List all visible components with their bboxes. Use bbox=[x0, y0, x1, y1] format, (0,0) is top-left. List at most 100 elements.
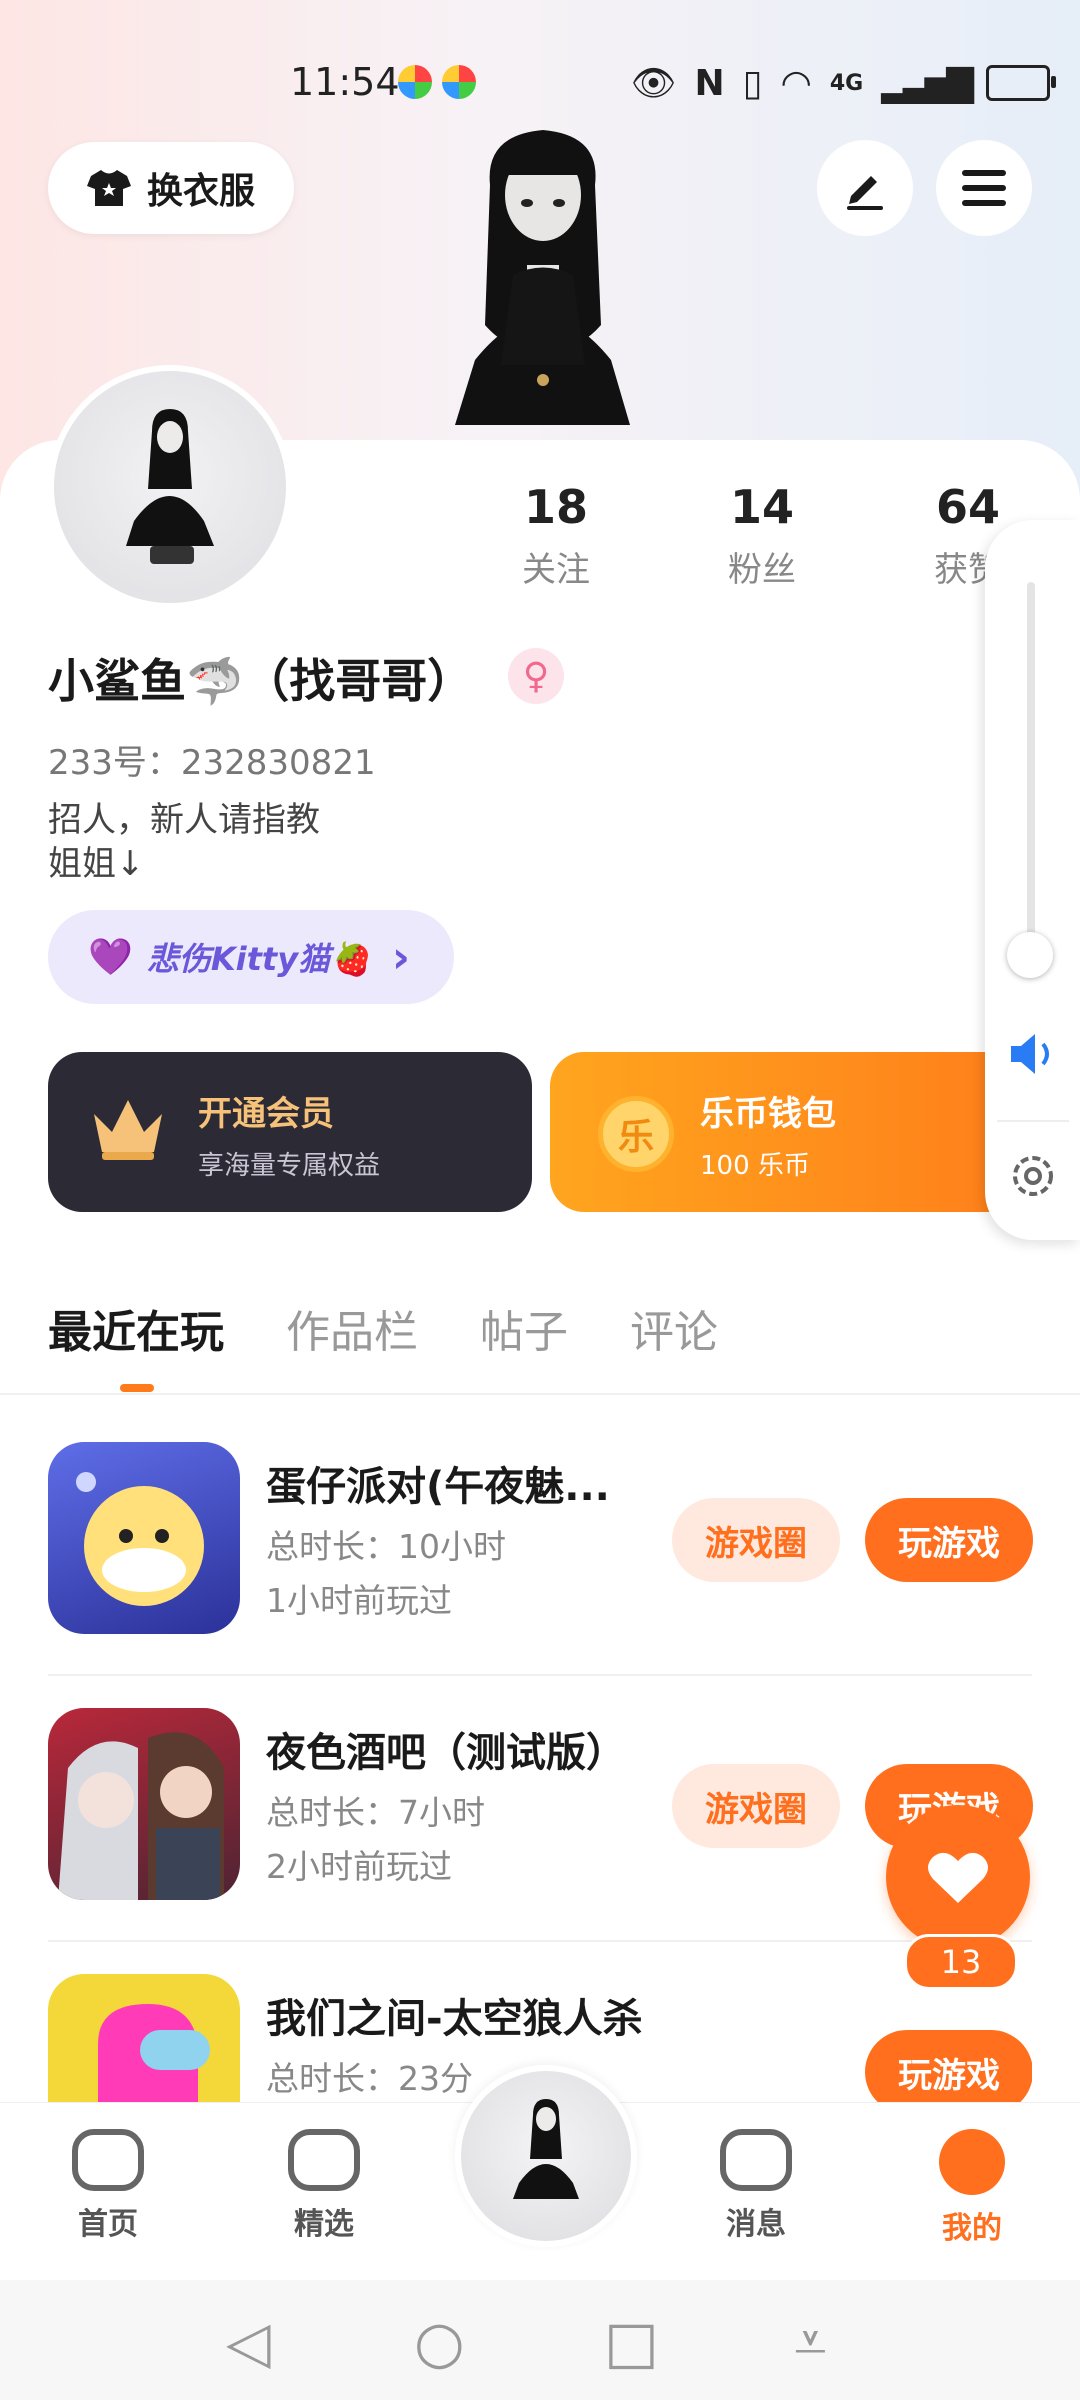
tabs-divider bbox=[0, 1393, 1080, 1395]
profile-bio: 招人，新人请指教 姐姐↓ bbox=[48, 800, 320, 884]
tshirt-icon bbox=[86, 170, 131, 206]
avatar-figure bbox=[126, 409, 214, 564]
chat-bubble-icon bbox=[720, 2129, 792, 2191]
row-divider bbox=[48, 1940, 1032, 1942]
back-icon[interactable]: ◁ bbox=[226, 2308, 271, 2376]
active-tab-indicator bbox=[120, 1384, 154, 1392]
crown-icon bbox=[94, 1100, 162, 1160]
edit-icon bbox=[847, 176, 883, 210]
avatar-character-illustration[interactable] bbox=[415, 125, 670, 440]
stat-following[interactable]: 18 关注 bbox=[466, 480, 646, 591]
nav-avatar-button[interactable] bbox=[455, 2065, 637, 2247]
game-icon-eggy-party[interactable] bbox=[48, 1442, 240, 1634]
game-duration: 总时长：10小时 bbox=[266, 1527, 506, 1566]
vip-title: 开通会员 bbox=[198, 1094, 334, 1134]
coin-icon: 乐 bbox=[598, 1096, 674, 1172]
game-duration: 总时长：23分 bbox=[266, 2059, 473, 2098]
nfc-icon: Ν bbox=[694, 62, 725, 104]
stat-following-label: 关注 bbox=[522, 550, 590, 590]
panel-divider bbox=[997, 1120, 1069, 1122]
stat-followers[interactable]: 14 粉丝 bbox=[672, 480, 852, 591]
game-icon-art bbox=[58, 1732, 224, 1900]
nav-me-label: 我的 bbox=[942, 2211, 1002, 2246]
play-game-button[interactable]: 玩游戏 bbox=[865, 2030, 1032, 2102]
game-icon-art bbox=[98, 2004, 210, 2102]
nav-messages-label: 消息 bbox=[726, 2207, 786, 2242]
heart-box-icon bbox=[288, 2129, 360, 2191]
like-count-badge: 13 bbox=[904, 1934, 1018, 1990]
status-time: 11:54 bbox=[290, 60, 400, 104]
vip-subtitle: 享海量专属权益 bbox=[198, 1151, 381, 1181]
change-outfit-button[interactable]: 换衣服 bbox=[48, 142, 294, 234]
eye-icon: 👁 bbox=[630, 63, 677, 104]
stat-followers-label: 粉丝 bbox=[728, 550, 796, 590]
signal-4g-icon: 4G bbox=[829, 70, 864, 96]
game-row[interactable]: 蛋仔派对(午夜魅... 总时长：10小时 1小时前玩过 游戏圈 玩游戏 bbox=[48, 1442, 1033, 1676]
fan-group-label: 悲伤Kitty猫🍓 bbox=[146, 940, 370, 978]
app-notification-icon bbox=[442, 65, 476, 99]
signal-bars-icon: ▂▃▅▇ bbox=[881, 62, 974, 104]
game-title: 我们之间-太空狼人杀 bbox=[266, 1996, 643, 2042]
avatar-figure bbox=[513, 2099, 579, 2199]
stat-followers-value: 14 bbox=[729, 480, 794, 534]
female-icon: ♀ bbox=[508, 648, 564, 704]
nav-messages[interactable]: 消息 bbox=[676, 2129, 836, 2243]
tab-recent-play[interactable]: 最近在玩 bbox=[48, 1296, 224, 1360]
home-circle-icon[interactable]: ○ bbox=[414, 2308, 465, 2376]
system-navigation-bar: ◁ ○ □ ⩡ bbox=[0, 2280, 1080, 2400]
status-app-icons bbox=[398, 64, 486, 108]
volume-slider-track[interactable] bbox=[1027, 582, 1035, 962]
game-last-played: 2小时前玩过 bbox=[266, 1847, 452, 1886]
game-last-played: 1小时前玩过 bbox=[266, 1581, 452, 1620]
purple-heart-icon: 💜 bbox=[88, 937, 133, 978]
game-row[interactable]: 夜色酒吧（测试版） 总时长：7小时 2小时前玩过 游戏圈 玩游戏 bbox=[48, 1708, 1033, 1942]
profile-name: 小鲨鱼🦈（找哥哥） bbox=[48, 654, 474, 708]
game-icon-night-bar[interactable] bbox=[48, 1708, 240, 1900]
vibrate-icon: ▯ bbox=[742, 62, 763, 104]
nav-featured[interactable]: 精选 bbox=[244, 2129, 404, 2243]
profile-avatar[interactable] bbox=[48, 365, 292, 609]
play-game-button[interactable]: 玩游戏 bbox=[865, 1498, 1033, 1582]
nav-home[interactable]: 首页 bbox=[28, 2129, 188, 2243]
system-status-icons: 👁 Ν ▯ ◠ 4G ▂▃▅▇ bbox=[630, 62, 1056, 104]
menu-button[interactable] bbox=[936, 140, 1032, 236]
volume-side-panel[interactable] bbox=[985, 520, 1080, 1240]
profile-face-icon bbox=[939, 2129, 1005, 2195]
game-circle-button[interactable]: 游戏圈 bbox=[672, 1764, 840, 1848]
status-bar: 11:54 👁 Ν ▯ ◠ 4G ▂▃▅▇ bbox=[0, 40, 1080, 120]
game-title: 夜色酒吧（测试版） bbox=[266, 1730, 626, 1776]
game-icon-art bbox=[76, 1472, 204, 1606]
nav-me[interactable]: 我的 bbox=[892, 2129, 1052, 2247]
game-circle-button[interactable]: 游戏圈 bbox=[672, 1498, 840, 1582]
wifi-icon: ◠ bbox=[780, 62, 812, 104]
game-icon-among-us[interactable] bbox=[48, 1974, 240, 2102]
like-fab[interactable] bbox=[886, 1805, 1030, 1949]
battery-charging-icon bbox=[986, 65, 1056, 101]
notification-pull-icon[interactable]: ⩡ bbox=[794, 2308, 827, 2377]
settings-icon[interactable] bbox=[1007, 1150, 1059, 1202]
wallet-balance: 100 乐币 bbox=[700, 1151, 810, 1181]
nav-featured-label: 精选 bbox=[294, 2207, 354, 2242]
heart-icon bbox=[928, 1852, 988, 1903]
volume-icon[interactable] bbox=[1007, 1032, 1057, 1076]
nav-home-label: 首页 bbox=[78, 2207, 138, 2242]
game-title: 蛋仔派对(午夜魅... bbox=[266, 1464, 610, 1510]
stat-following-value: 18 bbox=[523, 480, 588, 534]
profile-tabs: 最近在玩 作品栏 帖子 评论 bbox=[48, 1296, 718, 1360]
tab-works[interactable]: 作品栏 bbox=[286, 1296, 418, 1360]
tab-posts[interactable]: 帖子 bbox=[480, 1296, 568, 1360]
volume-slider-thumb[interactable] bbox=[1007, 932, 1053, 978]
vip-membership-card[interactable]: 开通会员 享海量专属权益 bbox=[48, 1052, 532, 1212]
row-divider bbox=[48, 1674, 1032, 1676]
change-outfit-label: 换衣服 bbox=[146, 171, 255, 212]
chevron-right-icon: › bbox=[391, 931, 411, 983]
tab-comments[interactable]: 评论 bbox=[630, 1296, 718, 1360]
edit-profile-button[interactable] bbox=[817, 140, 913, 236]
game-duration: 总时长：7小时 bbox=[266, 1793, 485, 1832]
fan-group-tag[interactable]: 💜 悲伤Kitty猫🍓 › bbox=[48, 910, 454, 1004]
recents-icon[interactable]: □ bbox=[604, 2308, 659, 2376]
wallet-title: 乐币钱包 bbox=[700, 1094, 836, 1134]
menu-icon bbox=[962, 170, 1006, 206]
app-notification-icon bbox=[398, 65, 432, 99]
profile-id[interactable]: 233号：232830821 bbox=[48, 735, 376, 784]
